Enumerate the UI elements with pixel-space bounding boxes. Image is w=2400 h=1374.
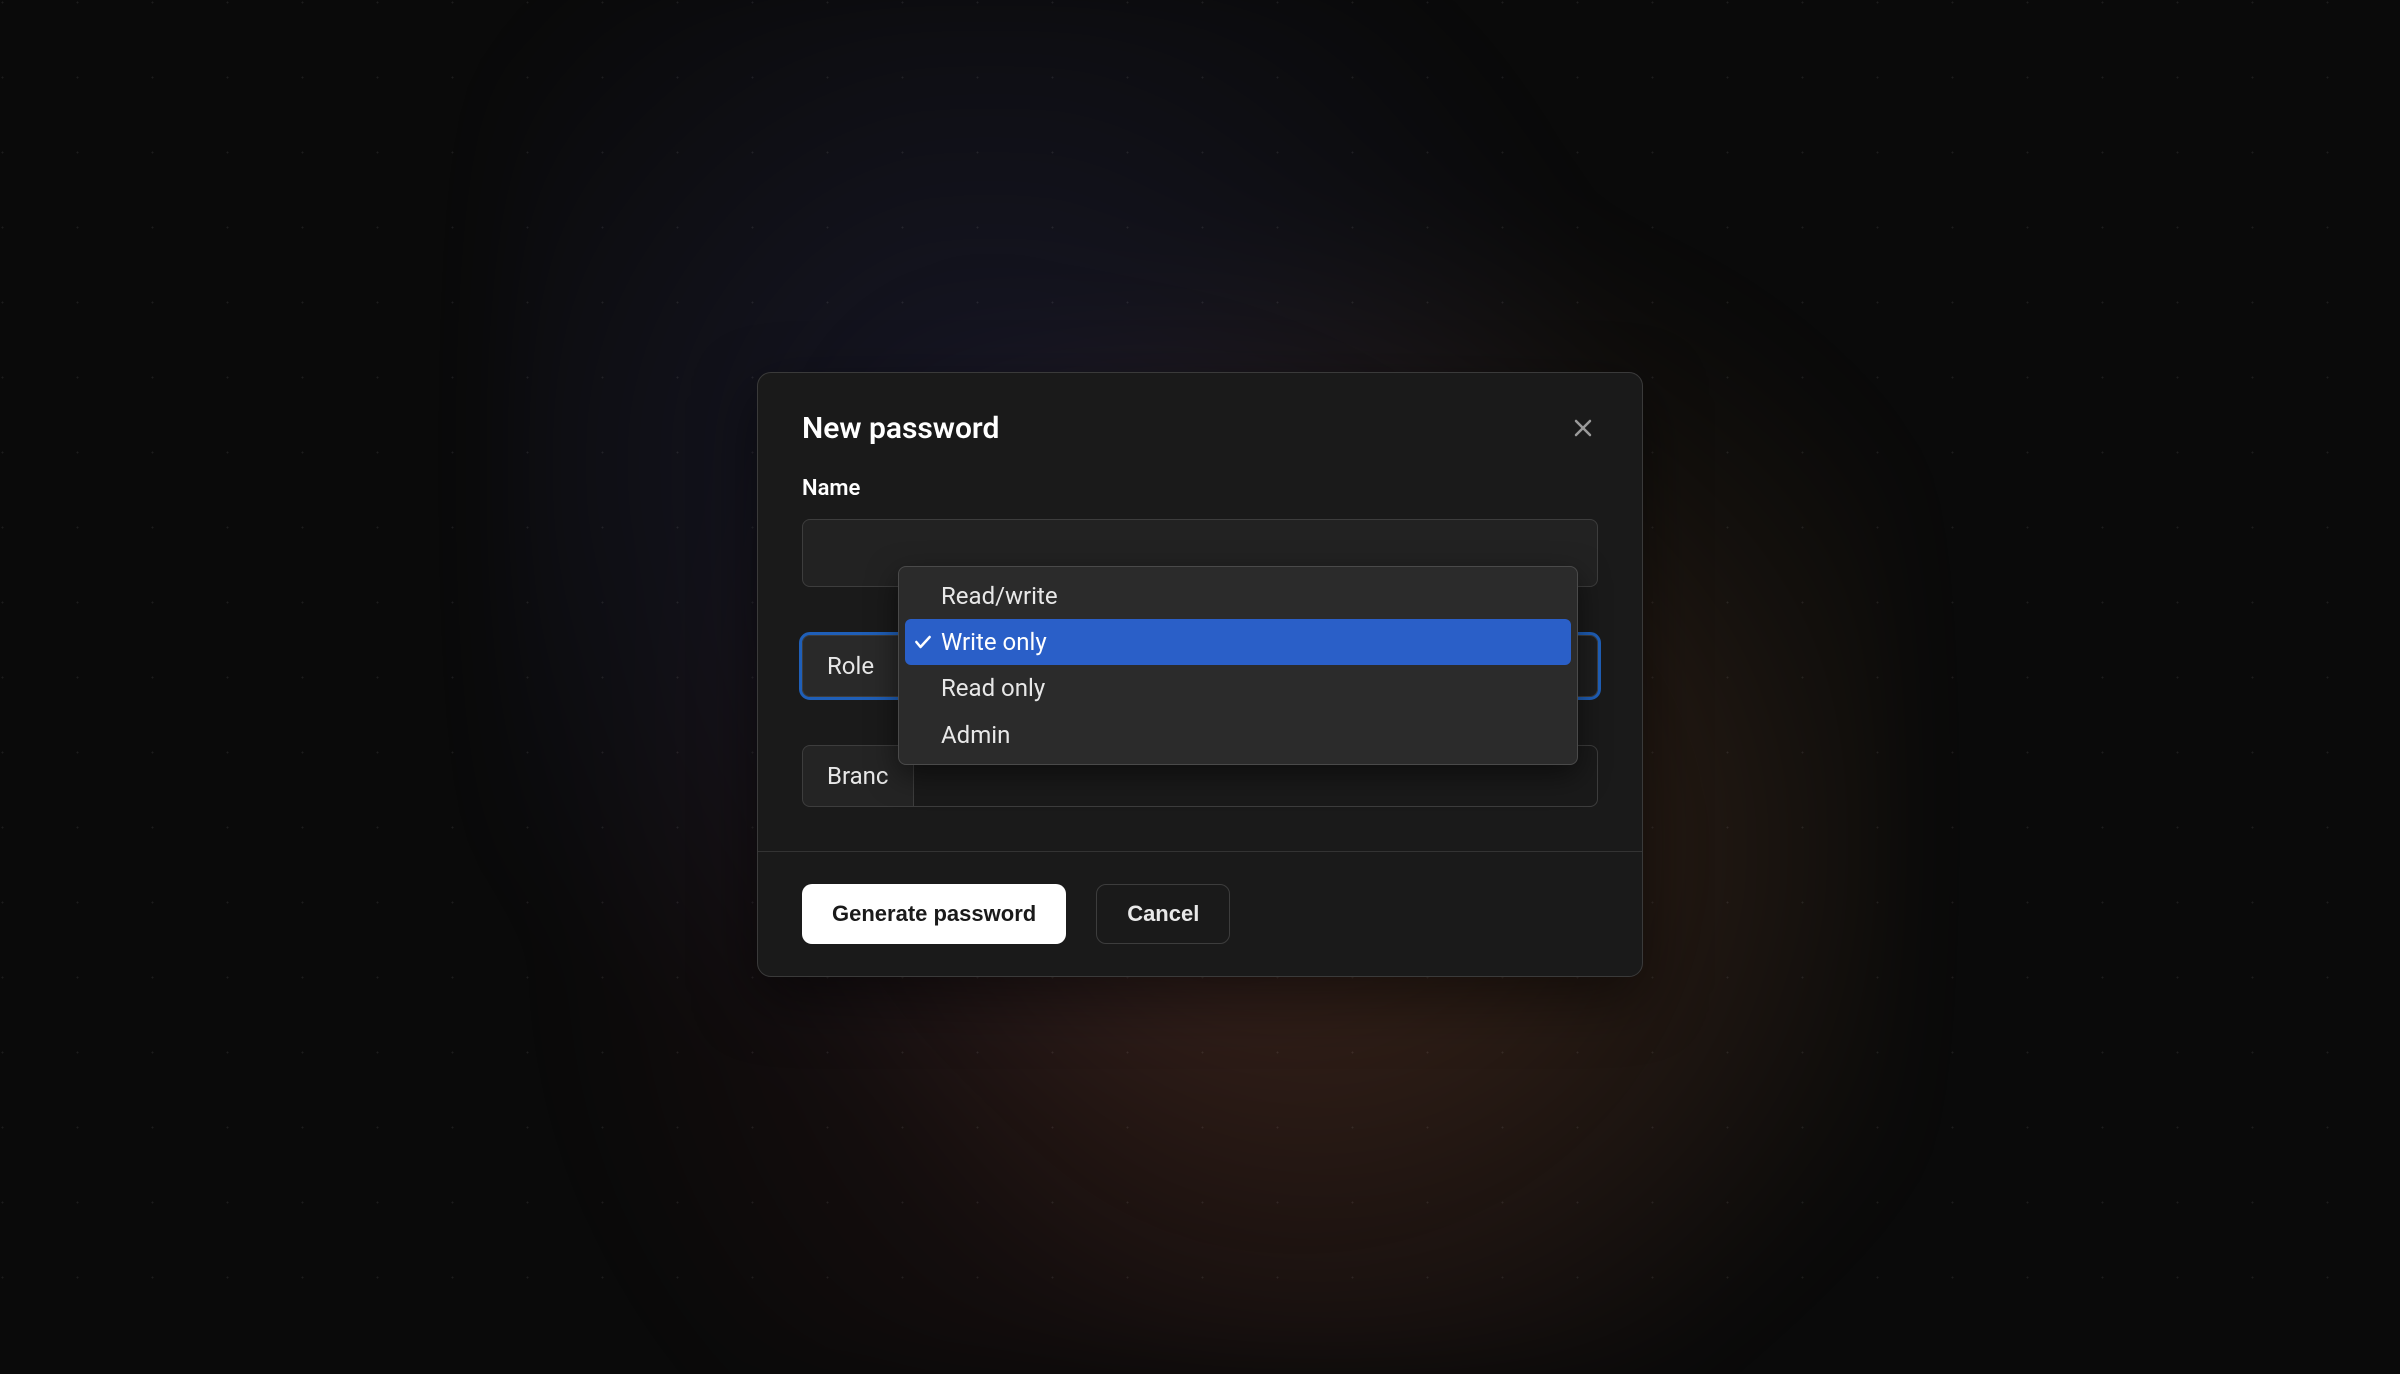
check-icon (913, 632, 933, 652)
generate-password-button[interactable]: Generate password (802, 884, 1066, 944)
dropdown-option-write-only[interactable]: Write only (905, 619, 1571, 665)
dropdown-option-label: Write only (941, 628, 1047, 656)
branch-label: Branc (802, 745, 913, 807)
dropdown-option-read-write[interactable]: Read/write (905, 573, 1571, 619)
close-icon (1571, 416, 1595, 440)
dropdown-option-label: Read/write (941, 582, 1058, 610)
dropdown-option-admin[interactable]: Admin (905, 712, 1571, 758)
close-button[interactable] (1568, 413, 1598, 443)
role-field-row: Role Read/write Write only Read only (802, 635, 1598, 697)
dropdown-option-read-only[interactable]: Read only (905, 665, 1571, 711)
dropdown-option-label: Read only (941, 674, 1045, 702)
cancel-button[interactable]: Cancel (1096, 884, 1230, 944)
dialog-title: New password (802, 411, 999, 446)
role-dropdown: Read/write Write only Read only Admin (898, 566, 1578, 766)
dialog-header: New password (758, 373, 1642, 476)
dropdown-option-label: Admin (941, 721, 1010, 749)
new-password-dialog: New password Name Role Read/write (757, 372, 1643, 977)
name-label: Name (802, 476, 1598, 501)
dialog-footer: Generate password Cancel (758, 851, 1642, 976)
role-label: Role (802, 635, 898, 697)
dialog-body: Name Role Read/write Write only Read onl… (758, 476, 1642, 851)
